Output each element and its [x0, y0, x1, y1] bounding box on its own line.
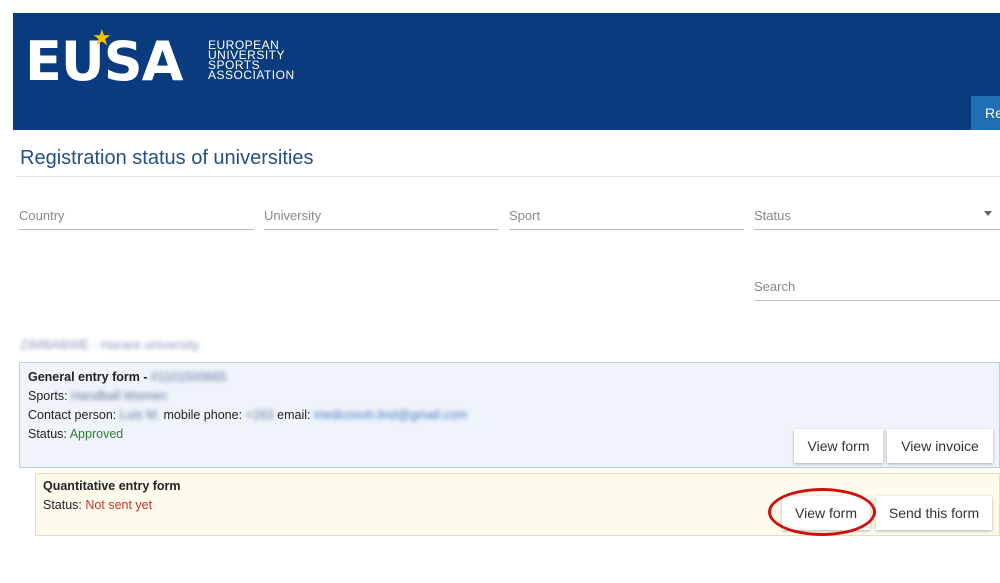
- general-form-title-line: General entry form - #1101500665: [28, 370, 227, 384]
- star-icon: ★: [92, 25, 112, 50]
- page-title: Registration status of universities: [20, 147, 314, 169]
- sport-input[interactable]: [509, 202, 744, 228]
- nav-tab-registration[interactable]: Registration: [971, 96, 1000, 130]
- email-link[interactable]: medicosoh.lind@gmail.com: [314, 408, 467, 422]
- quantitative-status-line: Status: Not sent yet: [43, 498, 152, 512]
- phone-label: mobile phone:: [163, 408, 243, 422]
- university-heading: ZIMBABWE - Harare university: [20, 337, 200, 352]
- status-label: Status:: [43, 498, 82, 512]
- email-label: email:: [277, 408, 311, 422]
- status-input[interactable]: [754, 202, 1000, 228]
- sports-label: Sports:: [28, 389, 68, 403]
- general-form-title: General entry form -: [28, 370, 148, 384]
- status-select[interactable]: [754, 202, 1000, 230]
- sports-value: Handball Women: [71, 389, 167, 403]
- logo-subtitle: EUROPEAN UNIVERSITY SPORTS ASSOCIATION: [208, 38, 295, 82]
- country-input[interactable]: [19, 202, 254, 228]
- country-filter[interactable]: [19, 202, 254, 230]
- phone-value: +263: [245, 408, 274, 422]
- sport-filter[interactable]: [509, 202, 744, 230]
- status-label: Status:: [28, 427, 67, 441]
- dropdown-caret-icon[interactable]: [984, 211, 992, 216]
- contact-value: Luis M.: [119, 408, 161, 422]
- view-invoice-button[interactable]: View invoice: [887, 429, 993, 463]
- view-form-button[interactable]: View form: [794, 429, 883, 463]
- form-id: #1101500665: [150, 370, 227, 384]
- contact-label: Contact person:: [28, 408, 117, 422]
- status-approved-badge: Approved: [69, 427, 124, 441]
- search-input[interactable]: [754, 273, 1000, 299]
- site-header: EUSA ★ EUROPEAN UNIVERSITY SPORTS ASSOCI…: [13, 13, 1000, 130]
- quantitative-entry-form-card: Quantitative entry form Status: Not sent…: [35, 473, 1000, 536]
- university-filter[interactable]: [264, 202, 499, 230]
- quantitative-form-title: Quantitative entry form: [43, 479, 181, 493]
- university-input[interactable]: [264, 202, 499, 228]
- general-status-line: Status: Approved: [28, 427, 123, 441]
- status-not-sent-badge: Not sent yet: [85, 498, 153, 512]
- search-field[interactable]: [754, 273, 1000, 301]
- view-quantitative-form-button[interactable]: View form: [782, 496, 870, 530]
- contact-line: Contact person: Luis M. mobile phone: +2…: [28, 408, 467, 422]
- send-form-button[interactable]: Send this form: [876, 496, 992, 530]
- sports-line: Sports: Handball Women: [28, 389, 167, 403]
- title-divider: [17, 176, 1000, 177]
- general-entry-form-card: General entry form - #1101500665 Sports:…: [19, 362, 1000, 468]
